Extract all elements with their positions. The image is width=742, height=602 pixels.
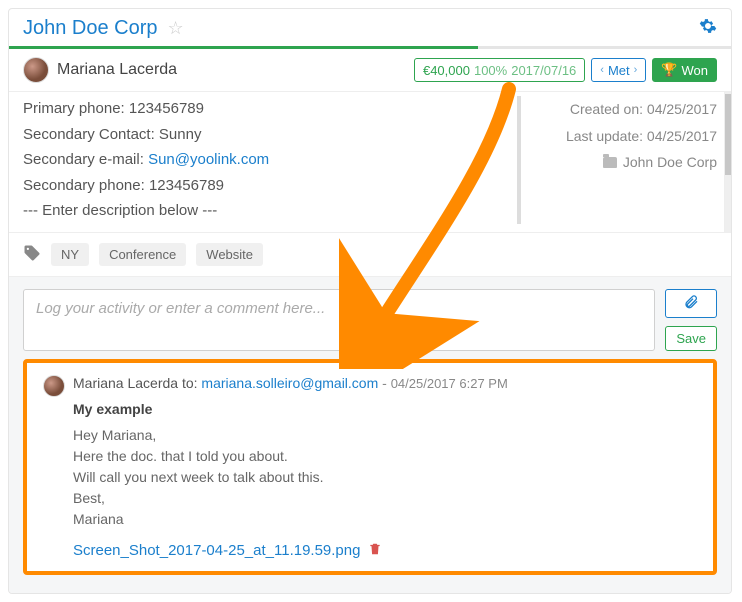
attach-button[interactable]	[665, 289, 717, 318]
desc-placeholder: --- Enter description below ---	[23, 198, 499, 224]
progress-fill	[9, 46, 478, 49]
folder-icon	[603, 157, 617, 168]
owner-name: Mariana Lacerda	[57, 61, 177, 79]
desc-sec-phone-value: 123456789	[149, 177, 224, 194]
tag[interactable]: NY	[51, 243, 89, 266]
gear-icon[interactable]	[699, 17, 717, 40]
tag[interactable]: Conference	[99, 243, 186, 266]
tags-row: NY Conference Website	[9, 233, 731, 276]
email-from: Mariana Lacerda	[73, 375, 178, 391]
email-body-line: Here the doc. that I told you about.	[73, 446, 697, 467]
comment-placeholder: Log your activity or enter a comment her…	[36, 300, 325, 317]
desc-sec-contact-label: Secondary Contact:	[23, 126, 155, 143]
email-body: Hey Mariana, Here the doc. that I told y…	[73, 425, 697, 530]
email-meta: Mariana Lacerda to: mariana.solleiro@gma…	[73, 375, 508, 391]
description: Primary phone: 123456789 Secondary Conta…	[23, 96, 499, 224]
folder-row[interactable]: John Doe Corp	[531, 149, 717, 176]
email-to-word: to:	[182, 375, 198, 391]
email-body-line: Hey Mariana,	[73, 425, 697, 446]
amount-date: 2017/07/16	[511, 63, 576, 78]
email-card: Mariana Lacerda to: mariana.solleiro@gma…	[23, 359, 717, 575]
chevron-right-icon[interactable]: ›	[634, 64, 638, 76]
star-icon[interactable]: ☆	[168, 18, 184, 39]
card-header: John Doe Corp ☆	[9, 9, 731, 46]
comment-input[interactable]: Log your activity or enter a comment her…	[23, 289, 655, 351]
scrollbar[interactable]	[724, 92, 731, 232]
email-to-address[interactable]: mariana.solleiro@gmail.com	[201, 375, 378, 391]
email-body-line: Will call you next week to talk about th…	[73, 467, 697, 488]
folder-name: John Doe Corp	[623, 149, 717, 176]
updated-value: 04/25/2017	[647, 128, 717, 144]
lead-card: John Doe Corp ☆ Mariana Lacerda €40,000 …	[8, 8, 732, 594]
email-subject: My example	[73, 401, 697, 417]
progress-line	[9, 46, 731, 49]
created-label: Created on:	[570, 101, 643, 117]
dash: -	[382, 375, 391, 391]
trophy-icon: 🏆	[661, 62, 677, 78]
updated-label: Last update:	[566, 128, 643, 144]
save-button[interactable]: Save	[665, 326, 717, 351]
attachment-link[interactable]: Screen_Shot_2017-04-25_at_11.19.59.png	[73, 542, 360, 559]
won-label: Won	[682, 63, 709, 78]
meta-sidebar: Created on: 04/25/2017 Last update: 04/2…	[517, 96, 717, 224]
desc-primary-phone-value: 123456789	[129, 100, 204, 117]
created-value: 04/25/2017	[647, 101, 717, 117]
avatar	[23, 57, 49, 83]
trash-icon[interactable]	[368, 542, 382, 559]
amount-value: €40,000	[423, 63, 470, 78]
tags-icon[interactable]	[23, 244, 41, 265]
step-label: Met	[608, 63, 630, 78]
lead-title[interactable]: John Doe Corp	[23, 17, 158, 40]
step-badge[interactable]: ‹ Met ›	[591, 58, 646, 82]
subheader: Mariana Lacerda €40,000 100% 2017/07/16 …	[9, 49, 731, 92]
comment-panel: Log your activity or enter a comment her…	[9, 276, 731, 593]
chevron-left-icon[interactable]: ‹	[600, 64, 604, 76]
paperclip-icon	[683, 298, 699, 313]
desc-sec-email-link[interactable]: Sun@yoolink.com	[148, 151, 269, 168]
desc-sec-email-label: Secondary e-mail:	[23, 151, 144, 168]
owner[interactable]: Mariana Lacerda	[23, 57, 177, 83]
desc-sec-contact-value: Sunny	[159, 126, 202, 143]
desc-sec-phone-label: Secondary phone:	[23, 177, 145, 194]
tag[interactable]: Website	[196, 243, 263, 266]
scroll-thumb[interactable]	[725, 94, 731, 175]
email-body-line: Best,	[73, 488, 697, 509]
email-timestamp: 04/25/2017 6:27 PM	[391, 376, 508, 391]
amount-badge[interactable]: €40,000 100% 2017/07/16	[414, 58, 585, 82]
email-body-line: Mariana	[73, 509, 697, 530]
badges: €40,000 100% 2017/07/16 ‹ Met › 🏆 Won	[414, 58, 717, 82]
body: Primary phone: 123456789 Secondary Conta…	[9, 92, 731, 232]
won-badge[interactable]: 🏆 Won	[652, 58, 717, 82]
avatar	[43, 375, 65, 397]
amount-pct: 100%	[474, 63, 507, 78]
desc-primary-phone-label: Primary phone:	[23, 100, 125, 117]
